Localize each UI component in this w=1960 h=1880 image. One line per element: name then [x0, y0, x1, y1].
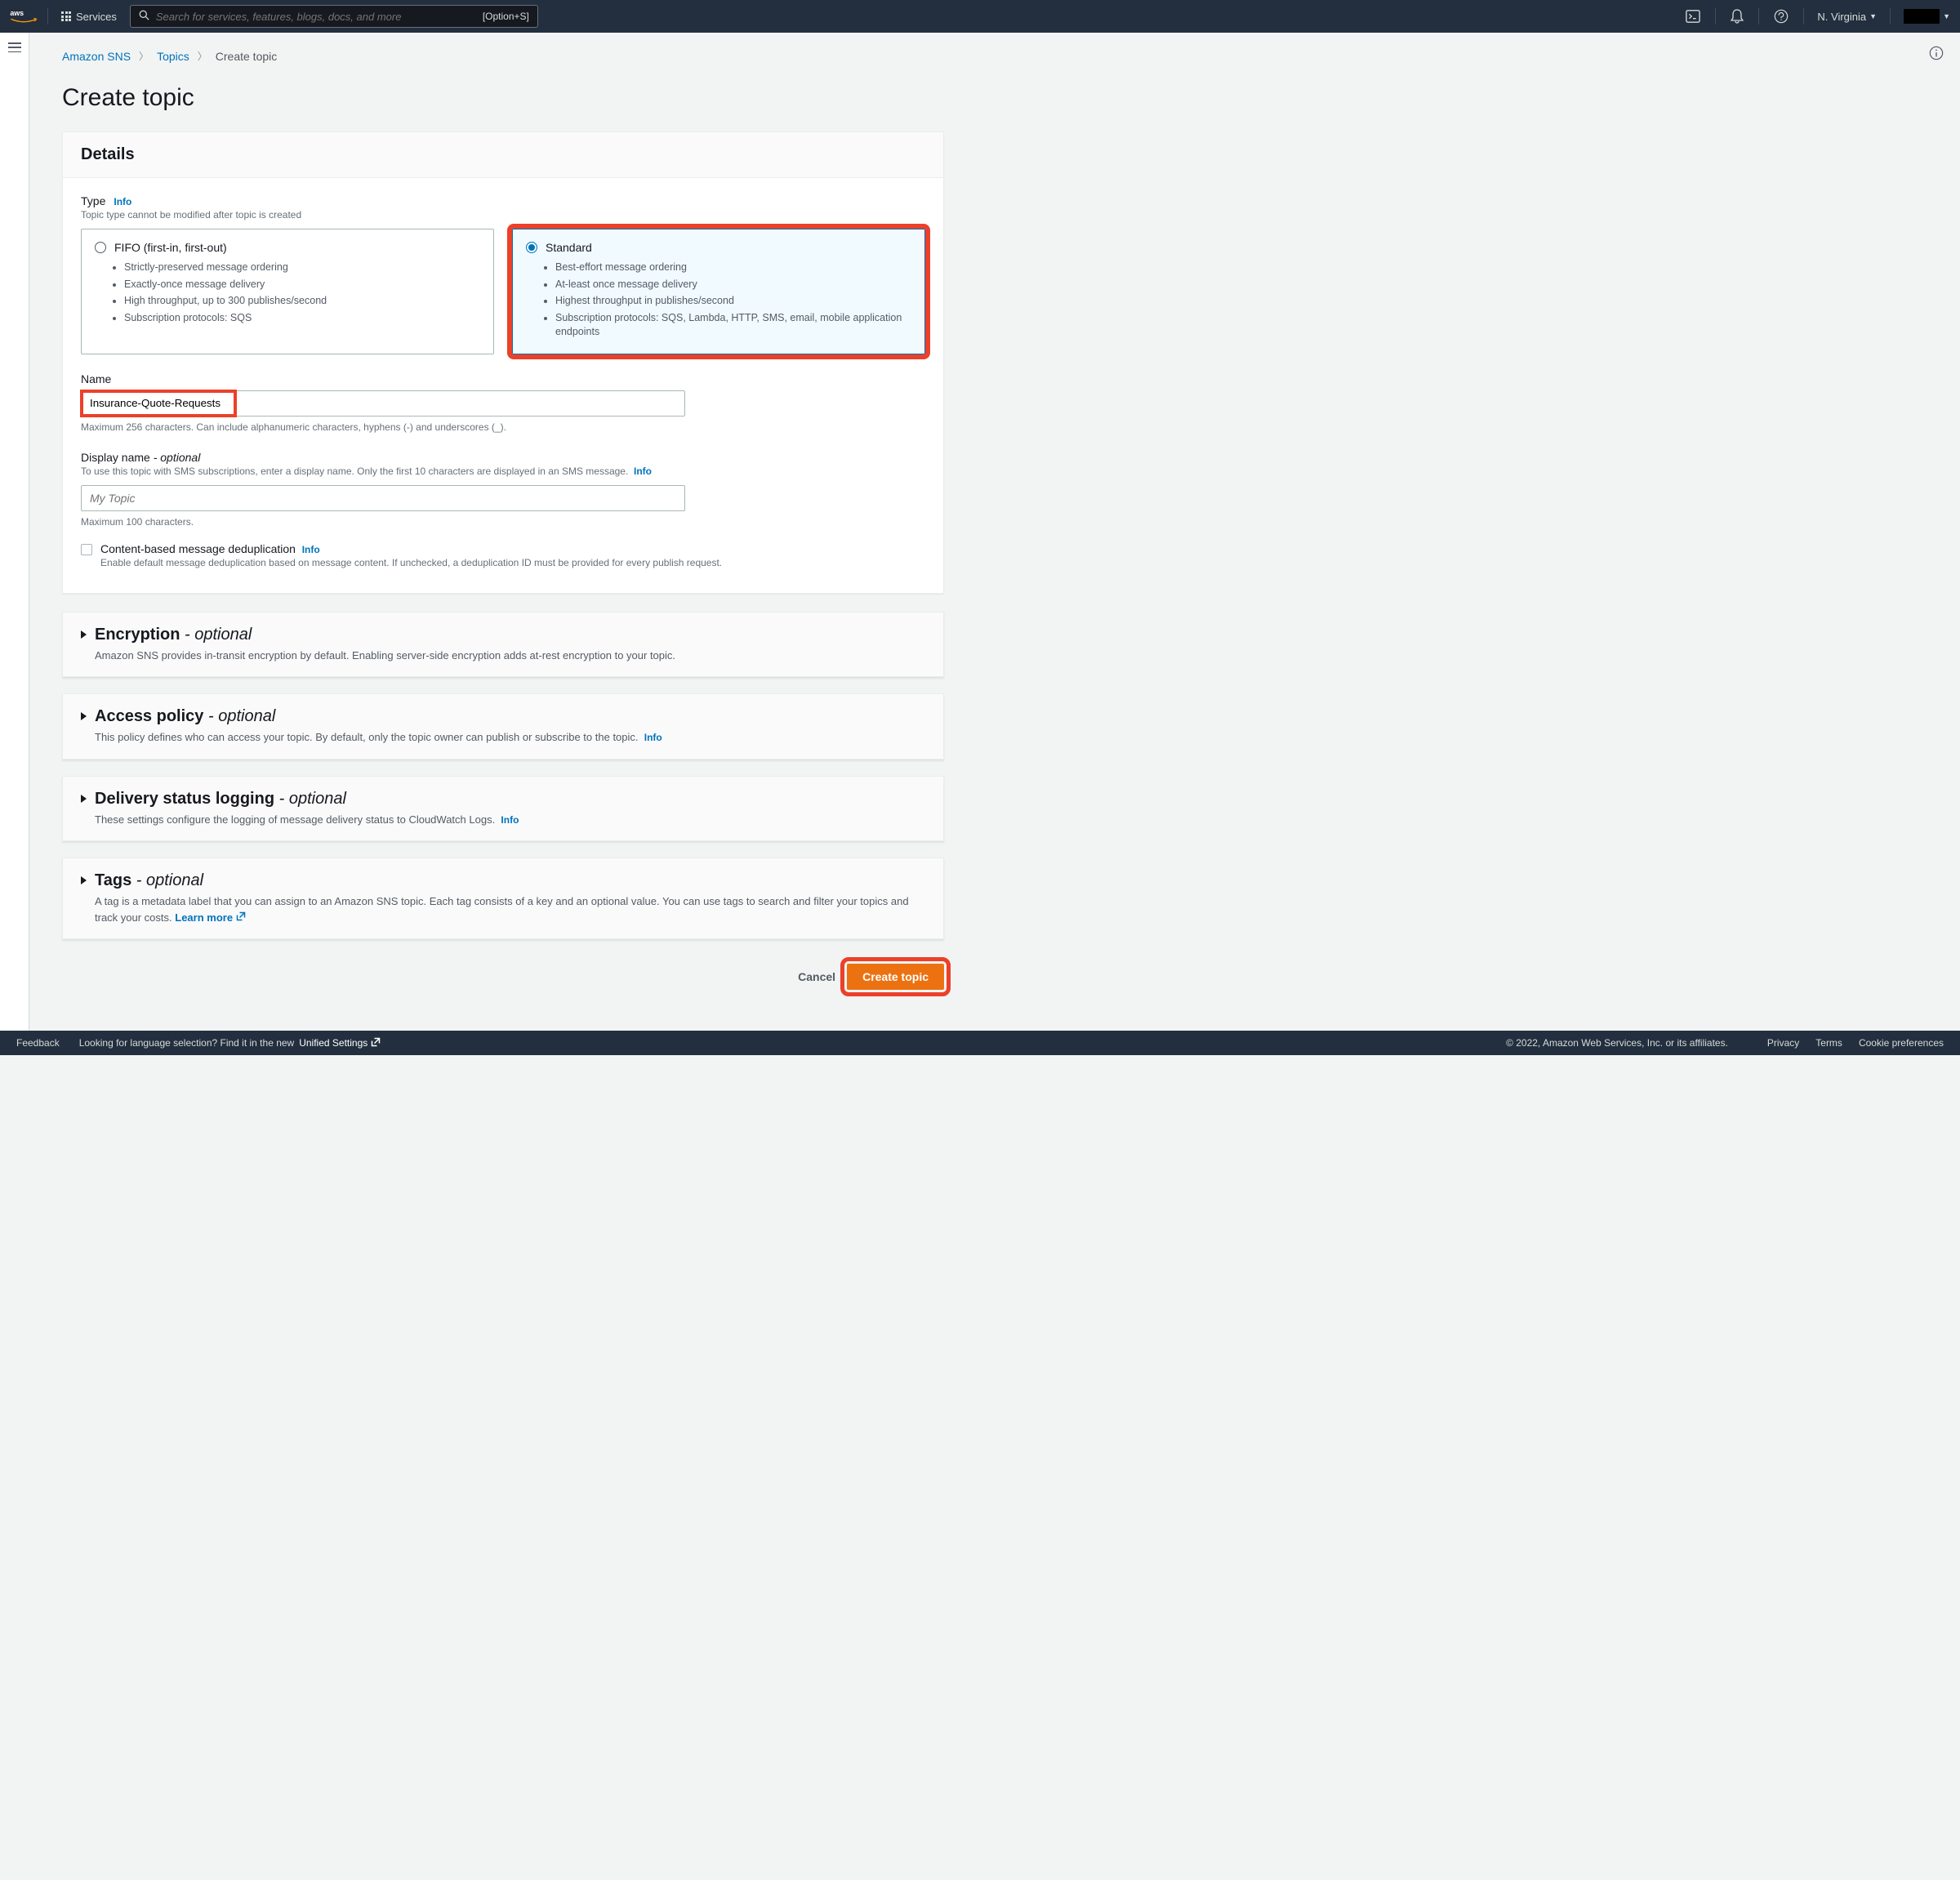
type-label: Type	[81, 194, 105, 207]
footer: Feedback Looking for language selection?…	[0, 1031, 1960, 1055]
feedback-link[interactable]: Feedback	[16, 1037, 60, 1049]
search-input[interactable]	[156, 11, 476, 23]
breadcrumb-topics[interactable]: Topics	[157, 50, 189, 63]
cloudshell-icon[interactable]	[1684, 9, 1702, 24]
standard-features: Best-effort message ordering At-least on…	[526, 261, 911, 340]
region-label: N. Virginia	[1817, 11, 1866, 23]
dedup-label: Content-based message deduplication Info	[100, 542, 320, 555]
delivery-desc: These settings configure the logging of …	[95, 812, 519, 828]
delivery-panel: Delivery status logging - optional These…	[62, 776, 944, 842]
fifo-title: FIFO (first-in, first-out)	[114, 241, 227, 254]
unified-settings-link[interactable]: Unified Settings	[299, 1037, 380, 1049]
radio-fifo[interactable]: FIFO (first-in, first-out) Strictly-pres…	[81, 229, 494, 354]
type-hint: Topic type cannot be modified after topi…	[81, 209, 925, 221]
display-name-input[interactable]	[81, 485, 685, 511]
terms-link[interactable]: Terms	[1815, 1037, 1842, 1049]
svg-text:aws: aws	[10, 9, 24, 17]
name-hint: Maximum 256 characters. Can include alph…	[81, 421, 925, 433]
global-search[interactable]: [Option+S]	[130, 5, 538, 28]
cancel-button[interactable]: Cancel	[798, 970, 835, 983]
dedup-checkbox[interactable]	[81, 544, 92, 555]
access-policy-desc: This policy defines who can access your …	[95, 729, 662, 746]
name-input-wrapper	[81, 390, 685, 417]
display-info-link[interactable]: Info	[634, 466, 652, 477]
delivery-header[interactable]: Delivery status logging - optional These…	[63, 777, 943, 841]
dedup-info-link[interactable]: Info	[302, 544, 320, 555]
search-icon	[139, 10, 149, 23]
menu-icon	[8, 42, 21, 52]
encryption-panel: Encryption - optional Amazon SNS provide…	[62, 612, 944, 678]
radio-icon	[526, 242, 537, 253]
type-info-link[interactable]: Info	[114, 196, 131, 207]
tags-panel: Tags - optional A tag is a metadata labe…	[62, 858, 944, 939]
details-panel: Details Type Info Topic type cannot be m…	[62, 131, 944, 594]
display-below-hint: Maximum 100 characters.	[81, 516, 925, 528]
caret-right-icon	[81, 630, 87, 639]
access-policy-header[interactable]: Access policy - optional This policy def…	[63, 694, 943, 759]
search-shortcut: [Option+S]	[483, 11, 529, 22]
tags-desc: A tag is a metadata label that you can a…	[95, 893, 925, 925]
display-label: Display name - optional	[81, 451, 200, 464]
chevron-right-icon: 〉	[198, 49, 207, 63]
breadcrumb-sns[interactable]: Amazon SNS	[62, 50, 131, 63]
side-panel-toggle[interactable]	[0, 33, 29, 1031]
dedup-hint: Enable default message deduplication bas…	[100, 557, 722, 568]
account-name-redacted	[1904, 9, 1940, 24]
caret-right-icon	[81, 876, 87, 884]
services-menu[interactable]: Services	[58, 11, 120, 23]
caret-right-icon	[81, 712, 87, 720]
breadcrumb-current: Create topic	[216, 50, 277, 63]
caret-down-icon: ▼	[1943, 12, 1950, 20]
cookie-prefs-link[interactable]: Cookie preferences	[1859, 1037, 1944, 1049]
access-policy-panel: Access policy - optional This policy def…	[62, 693, 944, 760]
services-label: Services	[76, 11, 117, 23]
tags-header[interactable]: Tags - optional A tag is a metadata labe…	[63, 858, 943, 938]
delivery-info-link[interactable]: Info	[501, 814, 519, 826]
notifications-icon[interactable]	[1729, 9, 1745, 24]
tags-learn-more-link[interactable]: Learn more	[175, 910, 246, 926]
region-selector[interactable]: N. Virginia ▼	[1817, 11, 1877, 23]
access-info-link[interactable]: Info	[644, 732, 662, 743]
privacy-link[interactable]: Privacy	[1767, 1037, 1799, 1049]
fifo-features: Strictly-preserved message ordering Exac…	[95, 261, 480, 325]
page-info-icon[interactable]	[1929, 46, 1944, 63]
create-topic-button[interactable]: Create topic	[847, 964, 944, 990]
radio-icon	[95, 242, 106, 253]
encryption-desc: Amazon SNS provides in-transit encryptio…	[95, 648, 675, 664]
account-menu[interactable]: ▼	[1904, 9, 1950, 24]
name-label: Name	[81, 372, 925, 385]
grid-icon	[61, 11, 71, 21]
caret-down-icon: ▼	[1869, 12, 1877, 20]
page-title: Create topic	[62, 84, 944, 112]
chevron-right-icon: 〉	[139, 49, 149, 63]
caret-right-icon	[81, 795, 87, 803]
copyright-text: © 2022, Amazon Web Services, Inc. or its…	[1506, 1037, 1728, 1049]
encryption-header[interactable]: Encryption - optional Amazon SNS provide…	[63, 613, 943, 677]
standard-title: Standard	[546, 241, 592, 254]
display-hint: To use this topic with SMS subscriptions…	[81, 466, 925, 477]
radio-standard[interactable]: Standard Best-effort message ordering At…	[512, 229, 925, 354]
breadcrumb: Amazon SNS 〉 Topics 〉 Create topic	[62, 49, 944, 63]
aws-logo[interactable]: aws	[10, 8, 48, 25]
help-icon[interactable]	[1772, 9, 1790, 24]
details-heading: Details	[81, 145, 925, 164]
top-navigation: aws Services [Option+S] N. Virginia ▼	[0, 0, 1960, 33]
external-link-icon	[236, 910, 246, 926]
unified-settings-prompt: Looking for language selection? Find it …	[79, 1037, 381, 1049]
name-input[interactable]	[82, 391, 235, 416]
action-row: Cancel Create topic	[62, 956, 944, 998]
